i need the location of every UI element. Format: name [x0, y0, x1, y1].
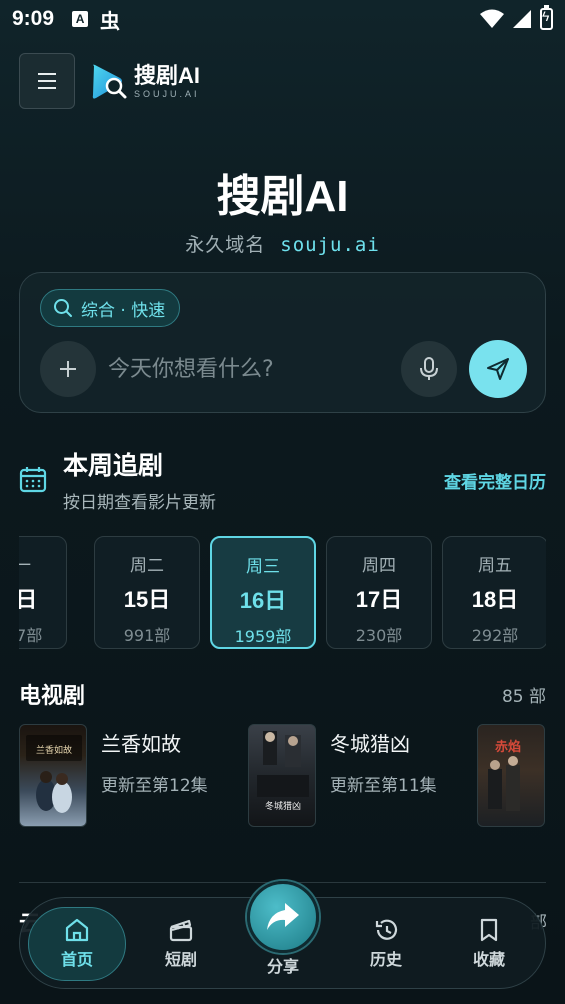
menu-line [38, 80, 56, 82]
nav-home[interactable]: 首页 [28, 907, 126, 981]
nav-home-label: 首页 [60, 950, 93, 969]
home-icon [65, 918, 89, 942]
logo-icon [92, 64, 127, 99]
day-count: 1959部 [234, 627, 292, 646]
poster-art: 兰香如故 [26, 735, 82, 813]
logo-subtitle: SOUJU.AI [134, 89, 200, 99]
show-info: 兰香如故 更新至第12集 [101, 724, 208, 827]
day-date: 14日 [19, 587, 38, 612]
search-input[interactable] [108, 351, 398, 387]
nav-history-label: 历史 [369, 950, 402, 969]
clapperboard-icon [169, 919, 193, 942]
search-icon [54, 299, 72, 317]
page-title: 搜剧AI [216, 172, 349, 221]
poster-title: 冬城猎凶 [265, 800, 301, 812]
weekly-title: 本周追剧 [63, 451, 164, 480]
show-card[interactable]: 冬城猎凶 冬城猎凶 更新至第11集 [248, 724, 437, 827]
tv-show-list: 兰香如故 兰香如故 更新至第12集 冬城猎凶 冬城猎凶 更新至第11集 赤焰 [19, 724, 565, 828]
search-card: 综合 · 快速 [19, 272, 546, 413]
calendar-icon [19, 467, 47, 493]
battery-icon [540, 5, 553, 30]
day-count: 991部 [123, 626, 171, 645]
day-date: 17日 [355, 587, 403, 612]
system-icons [480, 5, 553, 30]
plus-icon [60, 361, 76, 377]
nav-history[interactable]: 历史 [341, 898, 431, 990]
poster-title: 赤焰 [495, 739, 521, 755]
domain-label: 永久域名 [185, 234, 266, 256]
nav-favorites-label: 收藏 [472, 950, 505, 969]
show-title: 兰香如故 [101, 732, 181, 756]
show-card[interactable]: 兰香如故 兰香如故 更新至第12集 [19, 724, 208, 827]
show-episode: 更新至第12集 [101, 776, 208, 796]
share-label: 分享 [266, 957, 299, 976]
poster-art: 赤焰 [488, 739, 521, 811]
send-icon [487, 358, 509, 380]
status-bar: 9:09 A 虫 [0, 0, 565, 38]
day-count: 1577部 [19, 626, 43, 645]
weekly-section-header: 本周追剧 按日期查看影片更新 查看完整日历 [19, 446, 546, 516]
show-episode: 更新至第11集 [330, 776, 437, 796]
show-poster: 兰香如故 [19, 724, 87, 827]
day-weekday: 周三 [246, 557, 280, 577]
share-button[interactable] [247, 881, 319, 953]
domain-line: 永久域名 souju.ai [0, 230, 565, 257]
day-card-tue[interactable]: 周二 15日 991部 [94, 536, 200, 649]
weekly-subtitle: 按日期查看影片更新 [63, 493, 216, 513]
search-mode-label: 综合 · 快速 [81, 300, 166, 321]
domain-url[interactable]: souju.ai [280, 234, 380, 256]
logo-title: 搜剧AI [134, 63, 201, 88]
voice-input-button[interactable] [401, 341, 457, 397]
microphone-icon [420, 357, 438, 380]
full-calendar-link[interactable]: 查看完整日历 [444, 468, 546, 493]
menu-button[interactable] [19, 53, 75, 109]
day-card-wed[interactable]: 周三 16日 1959部 [210, 536, 316, 649]
tv-section-title: 电视剧 [19, 684, 86, 709]
day-weekday: 周一 [19, 556, 31, 576]
notification-icons: A 虫 [72, 5, 120, 34]
day-selector: 周一 14日 1577部 周二 15日 991部 周三 16日 1959部 周四… [19, 536, 546, 650]
signal-icon [513, 10, 531, 28]
poster-art: 冬城猎凶 [257, 731, 309, 812]
bookmark-icon [480, 918, 498, 942]
show-info: 冬城猎凶 更新至第11集 [330, 724, 437, 827]
nav-shorts-label: 短剧 [164, 950, 197, 969]
day-count: 230部 [355, 626, 403, 645]
day-card-fri[interactable]: 周五 18日 292部 [442, 536, 546, 649]
day-count: 292部 [471, 626, 519, 645]
show-title: 冬城猎凶 [330, 732, 410, 756]
search-mode-chip[interactable]: 综合 · 快速 [40, 289, 181, 327]
menu-line [38, 73, 56, 75]
poster-title: 兰香如故 [36, 744, 72, 756]
day-date: 16日 [239, 588, 287, 613]
day-date: 15日 [123, 587, 171, 612]
day-card-thu[interactable]: 周四 17日 230部 [326, 536, 432, 649]
day-date: 18日 [471, 587, 519, 612]
show-card[interactable]: 赤焰 [477, 724, 545, 827]
app-notification-icon: A [72, 11, 89, 27]
show-poster: 冬城猎凶 [248, 724, 316, 827]
share-icon [267, 903, 299, 930]
status-time: 9:09 [12, 7, 55, 30]
add-attachment-button[interactable] [40, 341, 96, 397]
nav-favorites[interactable]: 收藏 [444, 898, 534, 990]
day-weekday: 周四 [362, 556, 396, 576]
history-icon [375, 919, 398, 940]
nav-shorts[interactable]: 短剧 [136, 898, 226, 990]
menu-line [38, 87, 56, 89]
send-button[interactable] [469, 340, 527, 398]
tv-section-header: 电视剧 85 部 [19, 678, 546, 709]
app-logo[interactable]: 搜剧AI SOUJU.AI [90, 62, 200, 102]
day-card-mon[interactable]: 周一 14日 1577部 [19, 536, 67, 649]
tv-section-count: 85 部 [501, 687, 546, 707]
day-weekday: 周二 [130, 556, 164, 576]
show-poster: 赤焰 [477, 724, 545, 827]
wifi-icon [480, 9, 504, 28]
day-weekday: 周五 [478, 556, 512, 576]
bug-notification-icon: 虫 [100, 10, 121, 33]
